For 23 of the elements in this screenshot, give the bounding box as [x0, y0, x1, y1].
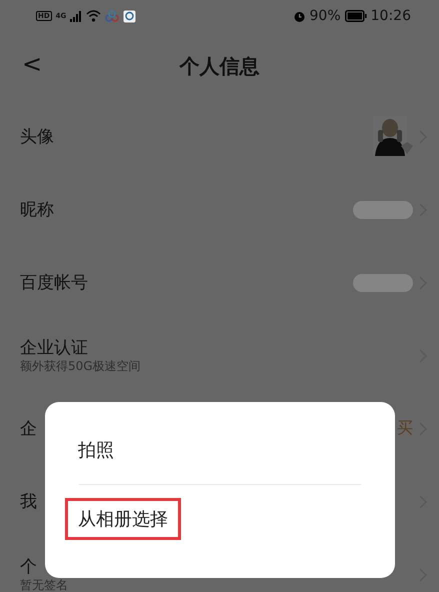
battery-percent: 90%	[310, 8, 341, 24]
row-subtitle: 暂无签名	[20, 579, 68, 592]
wifi-icon	[86, 10, 102, 22]
alarm-icon	[292, 10, 306, 22]
row-label: 头像	[20, 126, 54, 146]
menu-option[interactable]: 从相册选择	[65, 498, 181, 540]
clock-time: 10:26	[370, 8, 411, 24]
row-label: 昵称	[20, 200, 54, 220]
blurred-value	[353, 274, 413, 292]
blurred-value	[353, 200, 413, 218]
battery-icon	[344, 10, 367, 22]
cloud-app-icon	[105, 10, 120, 22]
menu-option[interactable]: 拍照	[65, 429, 127, 471]
signal-icon	[70, 10, 82, 22]
chat-app-icon	[123, 10, 136, 22]
row-subtitle: 额外获得50G极速空间	[20, 360, 141, 373]
row-label: 企	[20, 418, 37, 438]
page-title: 个人信息	[180, 52, 260, 80]
row-value: 买	[397, 418, 413, 439]
row-label: 个	[20, 557, 38, 577]
row-label: 百度帐号	[20, 272, 88, 292]
row-label: 我	[20, 492, 37, 512]
row-label: 企业认证	[20, 338, 89, 358]
